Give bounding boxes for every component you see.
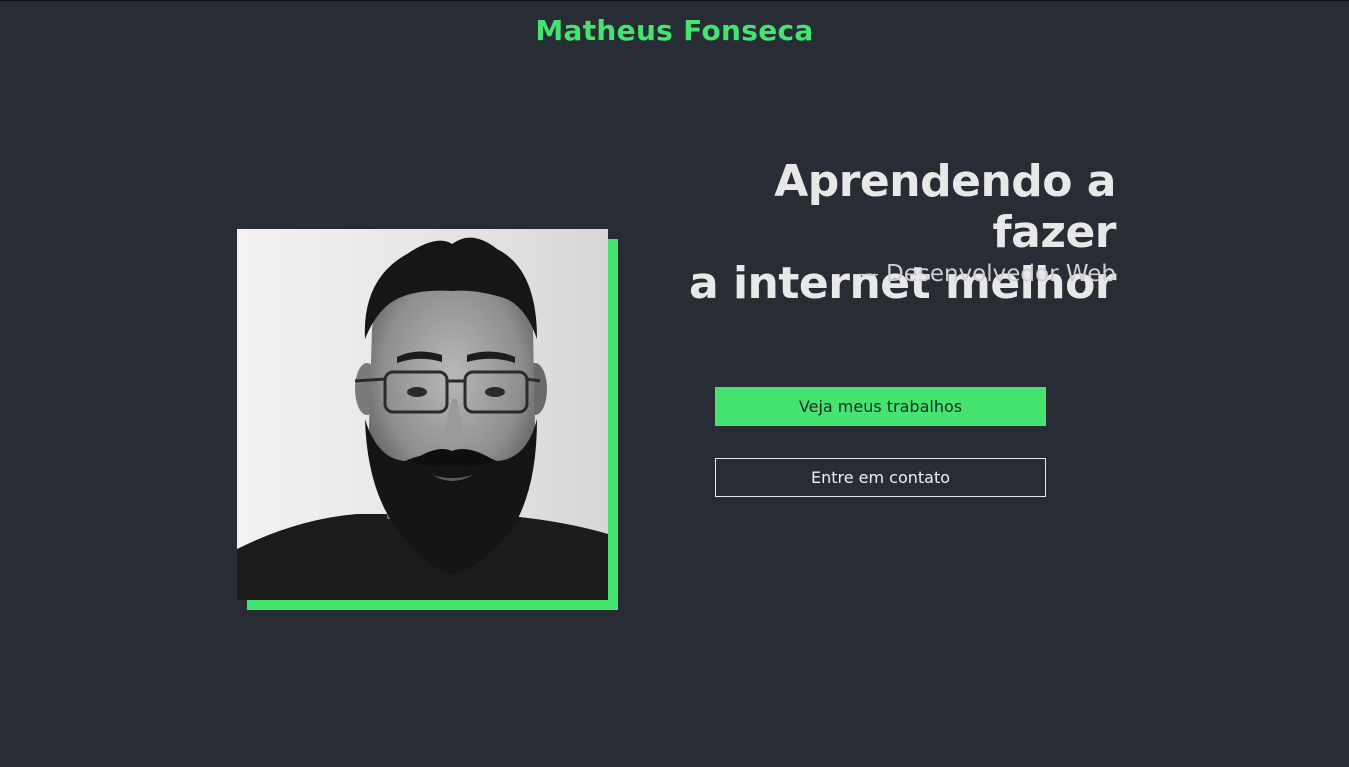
portrait-image <box>237 229 608 600</box>
contact-button[interactable]: Entre em contato <box>715 458 1046 497</box>
top-border <box>0 0 1349 1</box>
contact-button-label: Entre em contato <box>810 468 951 487</box>
view-work-button[interactable]: Veja meus trabalhos <box>715 387 1046 426</box>
profile-photo <box>237 229 608 600</box>
hero-subtitle: — Desenvolvedor Web <box>855 261 1116 287</box>
profile-photo-frame <box>237 229 618 610</box>
brand-logo[interactable]: Matheus Fonseca <box>0 14 1349 47</box>
view-work-button-label: Veja meus trabalhos <box>798 397 963 416</box>
headline-line-1: Aprendendo a fazer <box>774 156 1116 258</box>
